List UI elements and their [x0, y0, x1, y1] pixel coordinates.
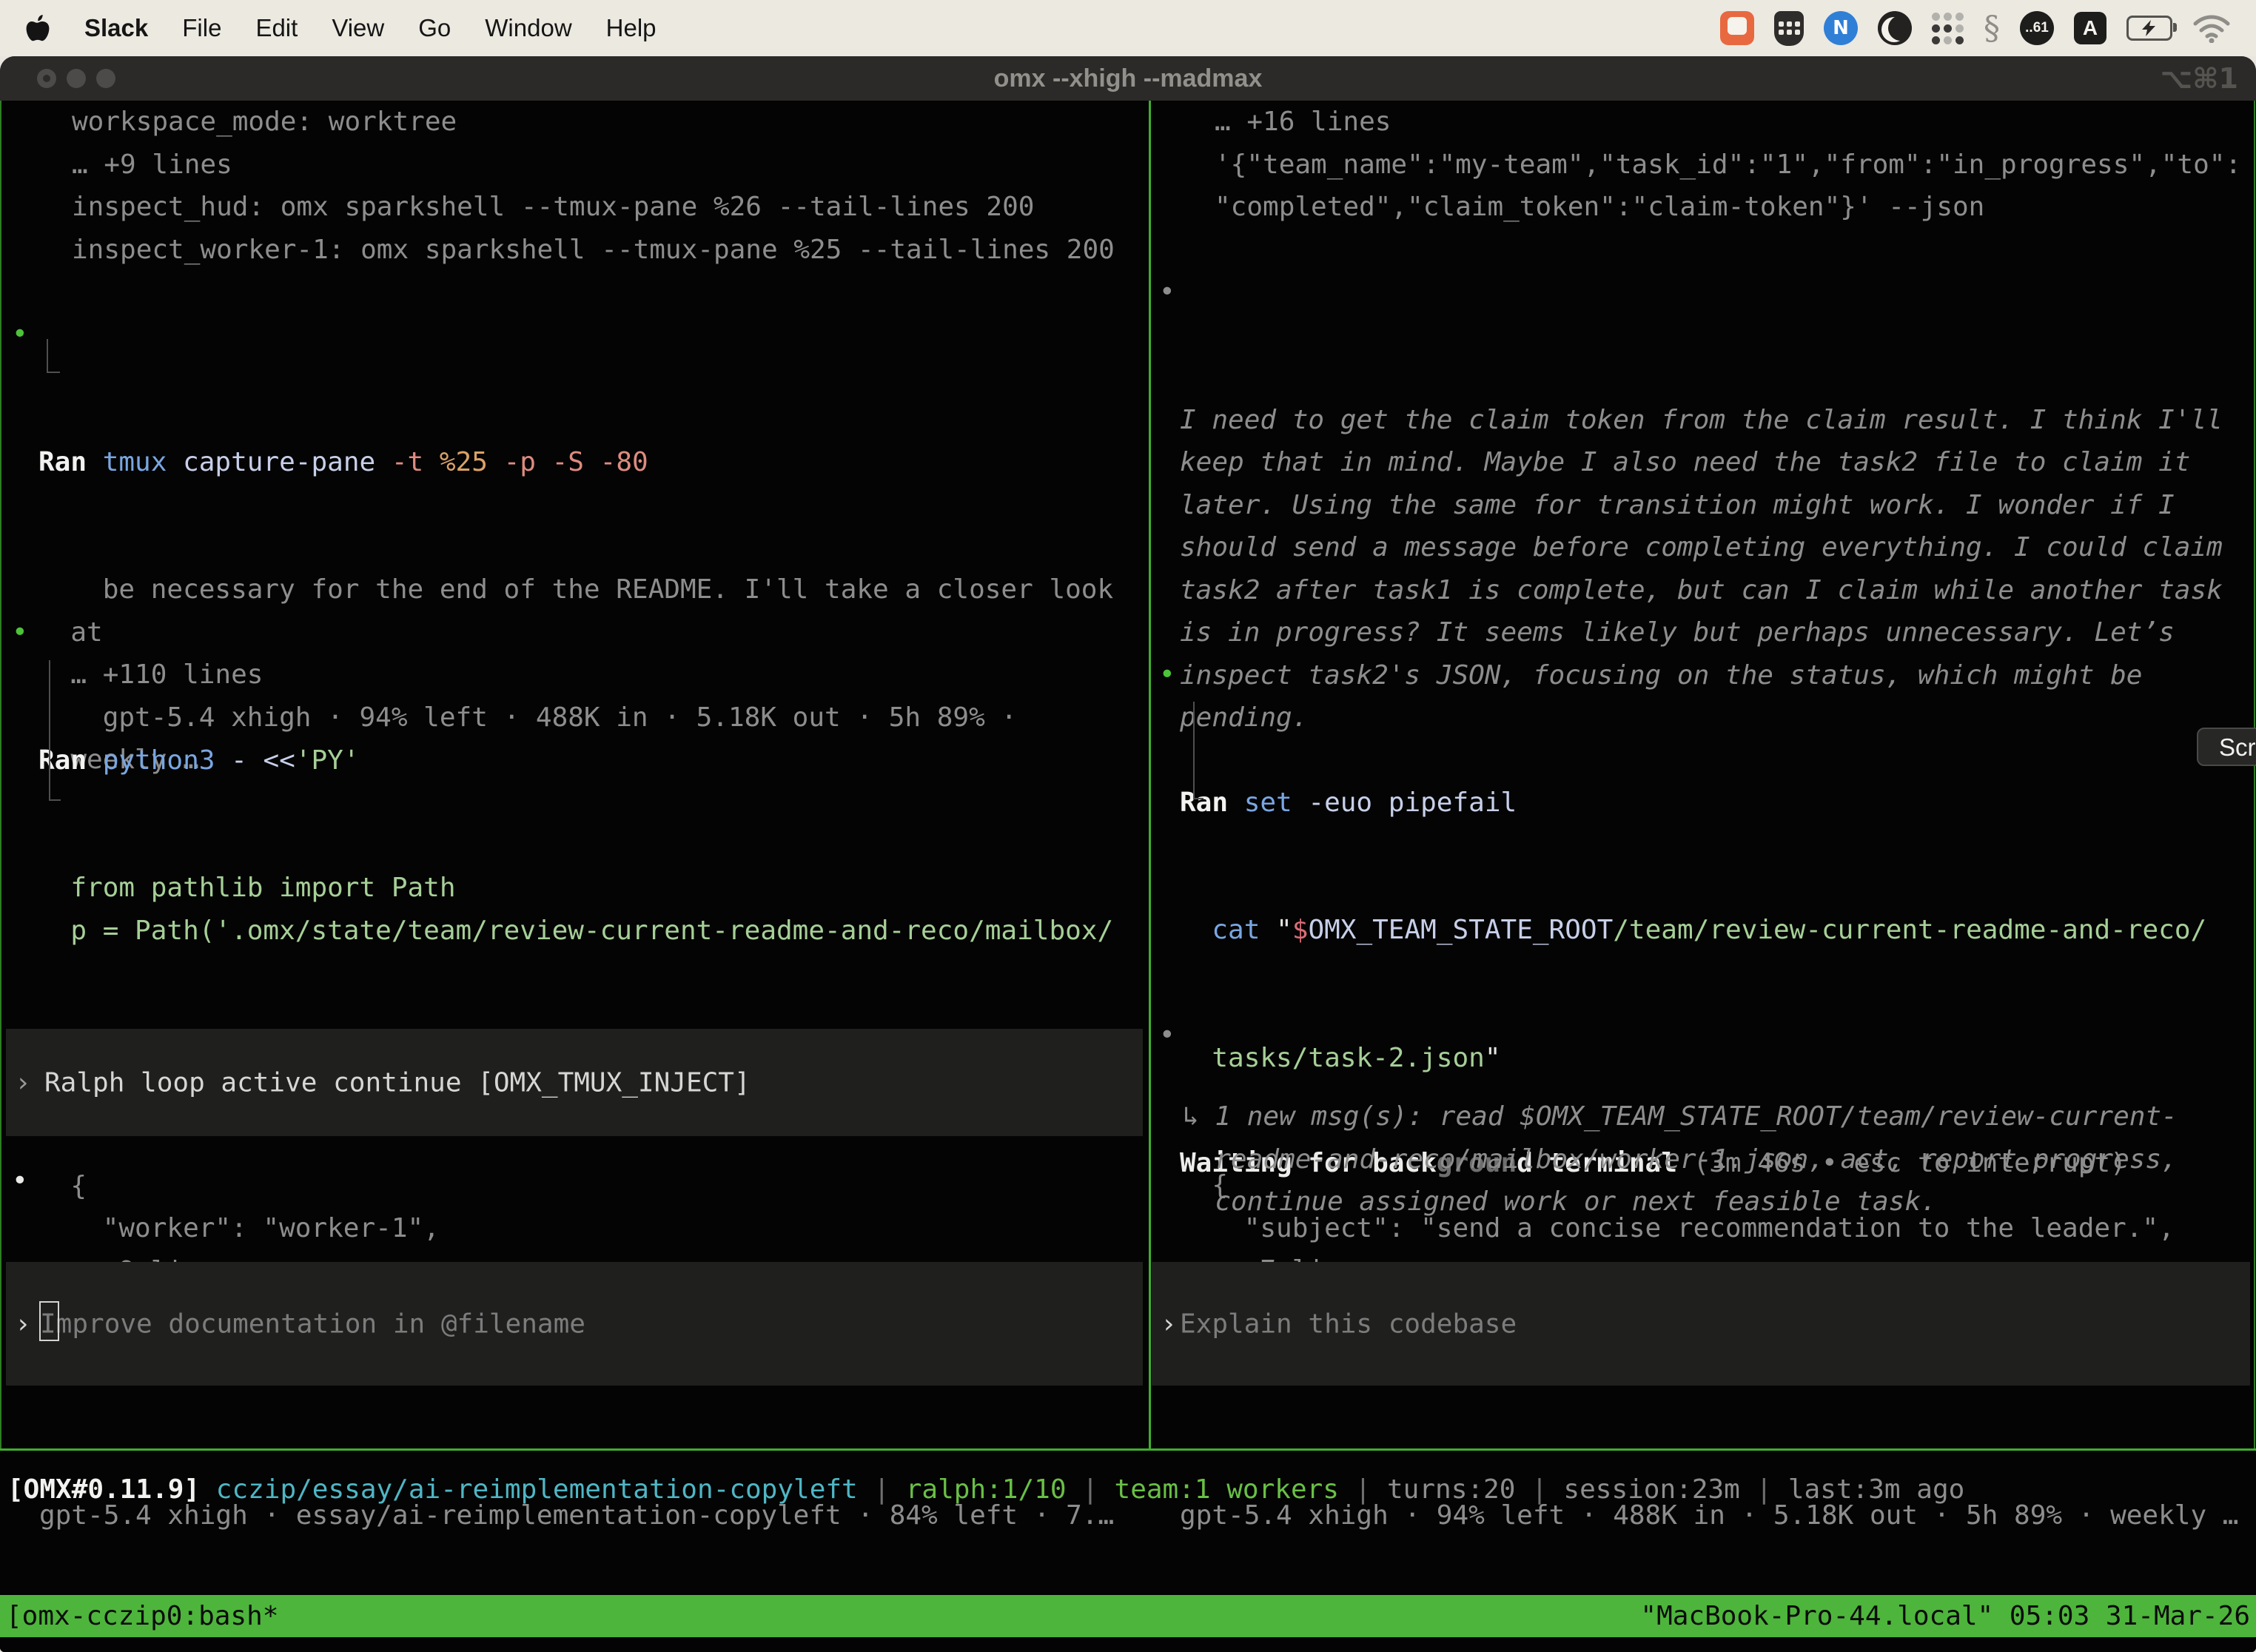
screenshot-toast[interactable]: Scre [2197, 728, 2256, 766]
left-prompt-input[interactable]: › Improve documentation in @filename [6, 1262, 1143, 1386]
right-prompt-input[interactable]: › Explain this codebase [1152, 1262, 2250, 1386]
screen: Slack File Edit View Go Window Help N § … [0, 0, 2256, 1652]
thinking-bullet: • [1159, 271, 1175, 314]
input-source-icon[interactable]: A [2074, 12, 2106, 44]
banner-prompt: › [15, 1061, 31, 1104]
heredoc-connector-corner [49, 799, 61, 801]
window-title: omx --xhigh --madmax [0, 64, 2256, 93]
menu-window[interactable]: Window [485, 14, 571, 42]
battery-icon[interactable] [2126, 16, 2172, 41]
terminal-window: omx --xhigh --madmax ⌥⌘1 workspace_mode:… [0, 56, 2256, 1652]
cat-connector-corner [1193, 798, 1203, 799]
menu-help[interactable]: Help [606, 14, 657, 42]
heredoc-connector-line [49, 660, 50, 801]
ralph-loop-banner: › Ralph loop active continue [OMX_TMUX_I… [6, 1029, 1143, 1136]
menu-app-name[interactable]: Slack [84, 14, 148, 42]
command-bullet: • [1159, 654, 1175, 696]
shield-grid-icon[interactable] [1774, 11, 1804, 46]
menu-bar: Slack File Edit View Go Window Help N § … [0, 0, 2256, 56]
apple-icon [25, 13, 50, 43]
prompt-chevron: › [15, 1309, 31, 1339]
command-cat-line1: cat "$OMX_TEAM_STATE_ROOT/team/review-cu… [1180, 909, 2206, 952]
tmux-host-clock: "MacBook-Pro-44.local" 05:03 31-Mar-26 [1640, 1595, 2250, 1637]
badge-61-icon[interactable]: ..61 [2020, 11, 2054, 45]
working-bullet: • [12, 1160, 28, 1203]
command-bullet: • [12, 313, 28, 356]
sync-badge-icon[interactable]: N [1824, 11, 1858, 45]
window-shortcut-hint: ⌥⌘1 [2161, 62, 2238, 95]
menu-go[interactable]: Go [418, 14, 451, 42]
command-line: Ran set -euo pipefail [1180, 782, 2206, 825]
left-model-status: gpt-5.4 xhigh · essay/ai-reimplementatio… [39, 1409, 1114, 1622]
apple-menu[interactable] [25, 13, 50, 43]
menu-status-icons: N § ..61 A [1720, 10, 2231, 47]
dots-grid-icon[interactable] [1932, 13, 1964, 44]
prompt-chevron: › [1161, 1309, 1177, 1339]
pane-divider[interactable] [1149, 101, 1151, 1448]
command-line: Ran python3 - <<'PY' [38, 739, 1113, 782]
cat-connector-line [1193, 702, 1195, 799]
right-model-status: gpt-5.4 xhigh · 94% left · 488K in · 5.1… [1180, 1409, 2238, 1622]
waiting-bullet: • [1159, 1014, 1175, 1057]
right-intro-output: … +16 lines'{"team_name":"my-team","task… [1215, 101, 2241, 229]
output-connector-corner [47, 372, 60, 373]
command-line: Ran tmux capture-pane -t %25 -p -S -80 [38, 441, 1113, 484]
command-bullet: • [12, 611, 28, 654]
chat-app-icon[interactable] [1720, 11, 1754, 45]
pane-border-right [2254, 101, 2255, 1448]
prompt-placeholder: Improve documentation in @filename [40, 1309, 585, 1339]
ralph-loop-message: Ralph loop active continue [OMX_TMUX_INJ… [44, 1061, 751, 1104]
battery-bolt-icon [2142, 20, 2157, 36]
left-intro-output: workspace_mode: worktree… +9 linesinspec… [72, 101, 1115, 271]
right-mailbox-note: ↳ 1 new msg(s): read $OMX_TEAM_STATE_ROO… [1183, 1095, 2178, 1223]
menu-file[interactable]: File [182, 14, 221, 42]
terminal-content: workspace_mode: worktree… +9 linesinspec… [0, 101, 2256, 1652]
output-connector-line [47, 339, 48, 373]
menu-edit[interactable]: Edit [255, 14, 298, 42]
title-bar: omx --xhigh --madmax ⌥⌘1 [0, 56, 2256, 101]
menu-view[interactable]: View [332, 14, 384, 42]
heredoc-code: from pathlib import Path p = Path('.omx/… [38, 867, 1113, 952]
pane-border-left [0, 101, 1, 1448]
tmux-status-bar: [omx-cczip0:bash* "MacBook-Pro-44.local"… [0, 1595, 2256, 1637]
moon-circle-icon[interactable] [1878, 11, 1912, 45]
wifi-icon[interactable] [2192, 13, 2231, 43]
omx-status-line: [OMX#0.11.9] cczip/essay/ai-reimplementa… [7, 1468, 1964, 1511]
tmux-session-name[interactable]: [omx-cczip0:bash* [6, 1595, 278, 1637]
squiggle-icon[interactable]: § [1984, 10, 2000, 47]
text-cursor [39, 1301, 59, 1341]
prompt-placeholder: Explain this codebase [1180, 1309, 1517, 1339]
